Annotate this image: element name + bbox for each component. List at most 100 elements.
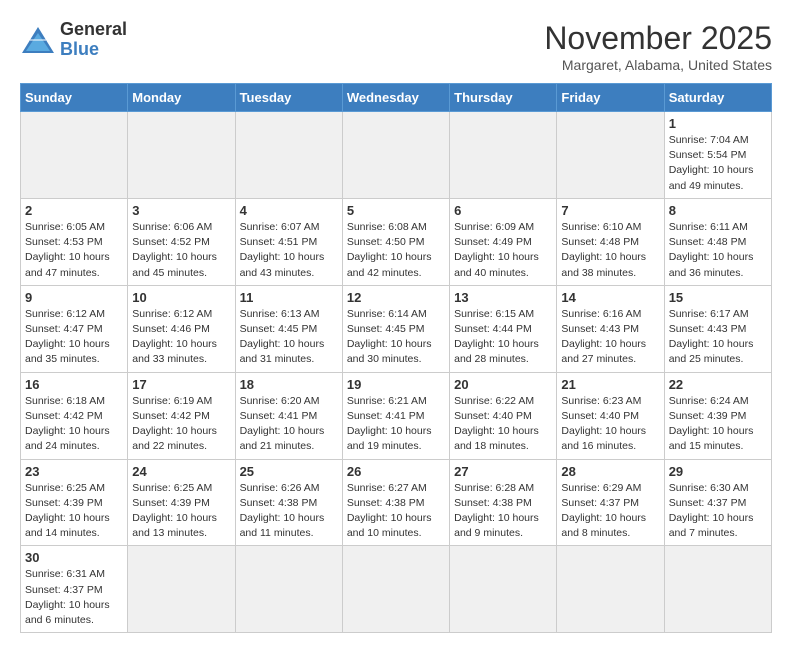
day-info: Sunrise: 6:10 AM Sunset: 4:48 PM Dayligh… <box>561 220 659 281</box>
calendar-day-cell: 23Sunrise: 6:25 AM Sunset: 4:39 PM Dayli… <box>21 459 128 546</box>
day-number: 8 <box>669 203 767 218</box>
title-block: November 2025 Margaret, Alabama, United … <box>544 20 772 73</box>
day-number: 30 <box>25 550 123 565</box>
day-info: Sunrise: 6:21 AM Sunset: 4:41 PM Dayligh… <box>347 394 445 455</box>
day-info: Sunrise: 6:30 AM Sunset: 4:37 PM Dayligh… <box>669 481 767 542</box>
day-info: Sunrise: 6:08 AM Sunset: 4:50 PM Dayligh… <box>347 220 445 281</box>
day-number: 1 <box>669 116 767 131</box>
calendar-day-cell <box>342 112 449 199</box>
day-number: 3 <box>132 203 230 218</box>
day-info: Sunrise: 6:12 AM Sunset: 4:47 PM Dayligh… <box>25 307 123 368</box>
day-number: 4 <box>240 203 338 218</box>
calendar-day-cell: 14 Sunrise: 6:16 AM Sunset: 4:43 PM Dayli… <box>557 285 664 372</box>
day-number: 5 <box>347 203 445 218</box>
day-info: Sunrise: 6:25 AM Sunset: 4:39 PM Dayligh… <box>132 481 230 542</box>
calendar-day-cell: 21Sunrise: 6:23 AM Sunset: 4:40 PM Dayli… <box>557 372 664 459</box>
calendar-day-cell: 19 Sunrise: 6:21 AM Sunset: 4:41 PM Dayli… <box>342 372 449 459</box>
day-number: 16 <box>25 377 123 392</box>
calendar-day-cell: 8Sunrise: 6:11 AM Sunset: 4:48 PM Daylig… <box>664 198 771 285</box>
logo-general: General <box>60 19 127 39</box>
day-number: 27 <box>454 464 552 479</box>
day-number: 15 <box>669 290 767 305</box>
calendar-col-header-thursday: Thursday <box>450 84 557 112</box>
calendar-week-row: 16 Sunrise: 6:18 AM Sunset: 4:42 PM Dayli… <box>21 372 772 459</box>
calendar-day-cell: 27 Sunrise: 6:28 AM Sunset: 4:38 PM Dayli… <box>450 459 557 546</box>
calendar-day-cell: 2Sunrise: 6:05 AM Sunset: 4:53 PM Daylig… <box>21 198 128 285</box>
day-info: Sunrise: 6:16 AM Sunset: 4:43 PM Dayligh… <box>561 307 659 368</box>
generalblue-logo-icon <box>20 25 56 55</box>
calendar-day-cell: 11Sunrise: 6:13 AM Sunset: 4:45 PM Dayli… <box>235 285 342 372</box>
calendar-col-header-wednesday: Wednesday <box>342 84 449 112</box>
day-info: Sunrise: 6:22 AM Sunset: 4:40 PM Dayligh… <box>454 394 552 455</box>
calendar-day-cell: 10Sunrise: 6:12 AM Sunset: 4:46 PM Dayli… <box>128 285 235 372</box>
logo: General Blue <box>20 20 127 60</box>
calendar-col-header-tuesday: Tuesday <box>235 84 342 112</box>
day-info: Sunrise: 6:20 AM Sunset: 4:41 PM Dayligh… <box>240 394 338 455</box>
calendar-day-cell: 24 Sunrise: 6:25 AM Sunset: 4:39 PM Dayli… <box>128 459 235 546</box>
day-info: Sunrise: 6:31 AM Sunset: 4:37 PM Dayligh… <box>25 567 123 628</box>
calendar-week-row: 23 Sunrise: 6:25 AM Sunset: 4:39 PM Dayli… <box>21 459 772 546</box>
day-number: 25 <box>240 464 338 479</box>
day-number: 26 <box>347 464 445 479</box>
calendar-day-cell: 4 Sunrise: 6:07 AM Sunset: 4:51 PM Daylig… <box>235 198 342 285</box>
day-number: 20 <box>454 377 552 392</box>
calendar-day-cell <box>342 546 449 633</box>
calendar-table: SundayMondayTuesdayWednesdayThursdayFrid… <box>20 83 772 633</box>
calendar-day-cell: 18 Sunrise: 6:20 AM Sunset: 4:41 PM Dayli… <box>235 372 342 459</box>
calendar-day-cell: 9Sunrise: 6:12 AM Sunset: 4:47 PM Daylig… <box>21 285 128 372</box>
day-info: Sunrise: 6:24 AM Sunset: 4:39 PM Dayligh… <box>669 394 767 455</box>
day-number: 24 <box>132 464 230 479</box>
day-number: 18 <box>240 377 338 392</box>
day-number: 7 <box>561 203 659 218</box>
month-title: November 2025 <box>544 20 772 57</box>
calendar-day-cell: 29 Sunrise: 6:30 AM Sunset: 4:37 PM Dayli… <box>664 459 771 546</box>
day-info: Sunrise: 6:07 AM Sunset: 4:51 PM Dayligh… <box>240 220 338 281</box>
day-info: Sunrise: 6:19 AM Sunset: 4:42 PM Dayligh… <box>132 394 230 455</box>
calendar-week-row: 9Sunrise: 6:12 AM Sunset: 4:47 PM Daylig… <box>21 285 772 372</box>
day-number: 19 <box>347 377 445 392</box>
day-number: 2 <box>25 203 123 218</box>
calendar-day-cell: 7 Sunrise: 6:10 AM Sunset: 4:48 PM Daylig… <box>557 198 664 285</box>
calendar-day-cell: 3 Sunrise: 6:06 AM Sunset: 4:52 PM Daylig… <box>128 198 235 285</box>
calendar-day-cell: 26Sunrise: 6:27 AM Sunset: 4:38 PM Dayli… <box>342 459 449 546</box>
calendar-day-cell: 12 Sunrise: 6:14 AM Sunset: 4:45 PM Dayli… <box>342 285 449 372</box>
calendar-day-cell: 28Sunrise: 6:29 AM Sunset: 4:37 PM Dayli… <box>557 459 664 546</box>
day-info: Sunrise: 6:23 AM Sunset: 4:40 PM Dayligh… <box>561 394 659 455</box>
day-number: 11 <box>240 290 338 305</box>
calendar-col-header-saturday: Saturday <box>664 84 771 112</box>
day-info: Sunrise: 6:28 AM Sunset: 4:38 PM Dayligh… <box>454 481 552 542</box>
calendar-week-row: 30 Sunrise: 6:31 AM Sunset: 4:37 PM Dayli… <box>21 546 772 633</box>
logo-text: General Blue <box>60 20 127 60</box>
calendar-day-cell <box>128 546 235 633</box>
day-info: Sunrise: 6:26 AM Sunset: 4:38 PM Dayligh… <box>240 481 338 542</box>
calendar-col-header-friday: Friday <box>557 84 664 112</box>
calendar-day-cell: 13Sunrise: 6:15 AM Sunset: 4:44 PM Dayli… <box>450 285 557 372</box>
calendar-day-cell: 25 Sunrise: 6:26 AM Sunset: 4:38 PM Dayli… <box>235 459 342 546</box>
day-info: Sunrise: 6:06 AM Sunset: 4:52 PM Dayligh… <box>132 220 230 281</box>
day-number: 12 <box>347 290 445 305</box>
calendar-day-cell <box>450 112 557 199</box>
day-number: 6 <box>454 203 552 218</box>
day-info: Sunrise: 7:04 AM Sunset: 5:54 PM Dayligh… <box>669 133 767 194</box>
day-info: Sunrise: 6:12 AM Sunset: 4:46 PM Dayligh… <box>132 307 230 368</box>
calendar-col-header-monday: Monday <box>128 84 235 112</box>
day-number: 29 <box>669 464 767 479</box>
calendar-day-cell <box>128 112 235 199</box>
calendar-week-row: 2Sunrise: 6:05 AM Sunset: 4:53 PM Daylig… <box>21 198 772 285</box>
calendar-day-cell: 1 Sunrise: 7:04 AM Sunset: 5:54 PM Daylig… <box>664 112 771 199</box>
logo-blue: Blue <box>60 39 99 59</box>
calendar-day-cell <box>21 112 128 199</box>
calendar-day-cell <box>235 112 342 199</box>
calendar-header-row: SundayMondayTuesdayWednesdayThursdayFrid… <box>21 84 772 112</box>
day-number: 14 <box>561 290 659 305</box>
day-number: 17 <box>132 377 230 392</box>
day-info: Sunrise: 6:14 AM Sunset: 4:45 PM Dayligh… <box>347 307 445 368</box>
day-number: 13 <box>454 290 552 305</box>
calendar-day-cell: 17 Sunrise: 6:19 AM Sunset: 4:42 PM Dayli… <box>128 372 235 459</box>
header: General Blue November 2025 Margaret, Ala… <box>20 20 772 73</box>
day-info: Sunrise: 6:18 AM Sunset: 4:42 PM Dayligh… <box>25 394 123 455</box>
calendar-day-cell: 5 Sunrise: 6:08 AM Sunset: 4:50 PM Daylig… <box>342 198 449 285</box>
calendar-day-cell <box>235 546 342 633</box>
calendar-week-row: 1 Sunrise: 7:04 AM Sunset: 5:54 PM Daylig… <box>21 112 772 199</box>
day-number: 23 <box>25 464 123 479</box>
